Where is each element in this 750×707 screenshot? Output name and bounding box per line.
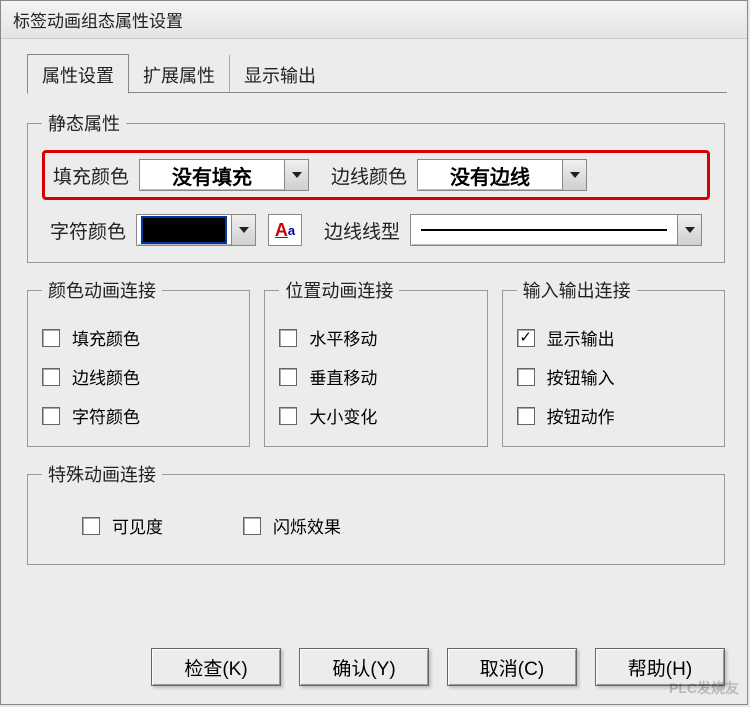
line-style-solid (421, 229, 667, 231)
tab-bar: 属性设置 扩展属性 显示输出 (27, 57, 747, 93)
combo-border-color-value: 没有边线 (418, 160, 562, 190)
special-row: 可见度 闪烁效果 (42, 501, 710, 550)
group-legend-static: 静态属性 (42, 110, 126, 136)
group-color-animation: 颜色动画连接 填充颜色 边线颜色 字符颜色 (27, 277, 250, 447)
combo-fill-color-value: 没有填充 (140, 160, 284, 190)
tab-extended[interactable]: 扩展属性 (129, 55, 230, 93)
dropdown-icon[interactable] (677, 215, 701, 245)
color-swatch-black (141, 216, 227, 244)
checkbox-box (42, 407, 60, 425)
label-fill-color: 填充颜色 (53, 162, 129, 189)
checkbox-size-change[interactable]: 大小变化 (279, 403, 476, 428)
checkbox-box-checked: ✓ (517, 329, 535, 347)
window-title: 标签动画组态属性设置 (1, 1, 747, 39)
group-legend-color: 颜色动画连接 (42, 277, 162, 303)
combo-border-style[interactable] (410, 214, 702, 246)
dropdown-icon[interactable] (562, 160, 586, 190)
checkbox-box (243, 517, 261, 535)
checkbox-vertical-move[interactable]: 垂直移动 (279, 364, 476, 389)
dropdown-icon[interactable] (284, 160, 308, 190)
checkbox-box (82, 517, 100, 535)
checkbox-box (279, 368, 297, 386)
font-button[interactable]: Aa (268, 214, 302, 246)
check-button[interactable]: 检查(K) (151, 648, 281, 686)
three-column-groups: 颜色动画连接 填充颜色 边线颜色 字符颜色 位置动画连接 水平移动 垂直移动 大… (27, 277, 725, 447)
group-legend-io: 输入输出连接 (517, 277, 637, 303)
dialog-window: 标签动画组态属性设置 属性设置 扩展属性 显示输出 静态属性 填充颜色 没有填充… (0, 0, 748, 705)
checkbox-fill-color[interactable]: 填充颜色 (42, 325, 239, 350)
checkbox-box (517, 368, 535, 386)
ok-button[interactable]: 确认(Y) (299, 648, 429, 686)
label-border-color: 边线颜色 (331, 162, 407, 189)
checkbox-visibility[interactable]: 可见度 (82, 513, 163, 538)
checkbox-char-color[interactable]: 字符颜色 (42, 403, 239, 428)
group-special-animation: 特殊动画连接 可见度 闪烁效果 (27, 461, 725, 565)
label-char-color: 字符颜色 (50, 217, 126, 244)
group-static-properties: 静态属性 填充颜色 没有填充 边线颜色 没有边线 字符颜色 (27, 110, 725, 263)
tab-display-output[interactable]: 显示输出 (230, 55, 330, 93)
checkbox-border-color[interactable]: 边线颜色 (42, 364, 239, 389)
combo-fill-color[interactable]: 没有填充 (139, 159, 309, 191)
checkbox-box (279, 407, 297, 425)
tab-content: 静态属性 填充颜色 没有填充 边线颜色 没有边线 字符颜色 (1, 94, 747, 565)
checkbox-show-output[interactable]: ✓显示输出 (517, 325, 714, 350)
label-border-style: 边线线型 (324, 217, 400, 244)
cancel-button[interactable]: 取消(C) (447, 648, 577, 686)
highlighted-row: 填充颜色 没有填充 边线颜色 没有边线 (42, 150, 710, 200)
group-legend-special: 特殊动画连接 (42, 461, 162, 487)
checkbox-horizontal-move[interactable]: 水平移动 (279, 325, 476, 350)
help-button[interactable]: 帮助(H) (595, 648, 725, 686)
checkbox-box (517, 407, 535, 425)
checkbox-button-action[interactable]: 按钮动作 (517, 403, 714, 428)
checkbox-box (279, 329, 297, 347)
checkbox-box (42, 329, 60, 347)
group-io-connection: 输入输出连接 ✓显示输出 按钮输入 按钮动作 (502, 277, 725, 447)
checkbox-flash-effect[interactable]: 闪烁效果 (243, 513, 341, 538)
row-char-style: 字符颜色 Aa 边线线型 (42, 212, 710, 248)
checkbox-button-input[interactable]: 按钮输入 (517, 364, 714, 389)
group-position-animation: 位置动画连接 水平移动 垂直移动 大小变化 (264, 277, 487, 447)
tab-underline (27, 92, 727, 93)
combo-border-color[interactable]: 没有边线 (417, 159, 587, 191)
tab-properties[interactable]: 属性设置 (27, 54, 129, 94)
dialog-button-row: 检查(K) 确认(Y) 取消(C) 帮助(H) (151, 648, 725, 686)
group-legend-position: 位置动画连接 (279, 277, 399, 303)
checkbox-box (42, 368, 60, 386)
combo-char-color[interactable] (136, 214, 256, 246)
dropdown-icon[interactable] (231, 215, 255, 245)
